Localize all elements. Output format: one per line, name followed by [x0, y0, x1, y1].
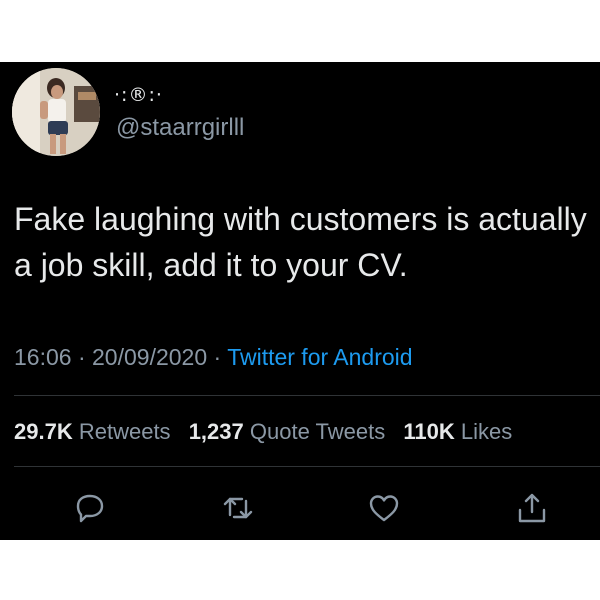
quote-tweets-stat[interactable]: 1,237 Quote Tweets — [189, 419, 386, 444]
likes-label: Likes — [460, 419, 513, 444]
likes-count: 110K — [403, 419, 455, 444]
like-icon — [369, 495, 399, 522]
reply-button[interactable] — [72, 490, 108, 526]
divider — [14, 466, 600, 467]
reply-icon — [76, 494, 104, 523]
share-icon — [518, 493, 546, 523]
divider — [14, 395, 600, 396]
meta-separator: · — [77, 344, 86, 370]
retweets-count: 29.7K — [14, 419, 73, 444]
user-handle[interactable]: @staarrgirlll — [116, 114, 244, 142]
likes-stat[interactable]: 110K Likes — [403, 419, 512, 444]
share-button[interactable] — [514, 490, 550, 526]
tweet-card: ·:®:· @staarrgirlll Fake laughing with c… — [0, 62, 600, 540]
like-button[interactable] — [366, 490, 402, 526]
retweet-icon — [223, 497, 253, 519]
tweet-text: Fake laughing with customers is actually… — [14, 201, 587, 283]
tweet-actions — [0, 482, 600, 532]
tweet-time: 16:06 — [14, 344, 72, 370]
display-name[interactable]: ·:®:· — [114, 84, 163, 106]
quote-tweets-label: Quote Tweets — [249, 419, 386, 444]
avatar[interactable] — [12, 68, 100, 156]
retweets-label: Retweets — [78, 419, 171, 444]
tweet-stats: 29.7K Retweets 1,237 Quote Tweets 110K L… — [14, 419, 524, 445]
tweet-date: 20/09/2020 — [92, 344, 208, 370]
quote-tweets-count: 1,237 — [188, 419, 244, 444]
meta-separator: · — [213, 344, 222, 370]
retweet-button[interactable] — [220, 490, 256, 526]
retweets-stat[interactable]: 29.7K Retweets — [14, 419, 171, 444]
tweet-meta: 16:06 · 20/09/2020 · Twitter for Android — [14, 344, 413, 371]
avatar-photo — [12, 68, 100, 156]
tweet-source-link[interactable]: Twitter for Android — [227, 344, 412, 370]
